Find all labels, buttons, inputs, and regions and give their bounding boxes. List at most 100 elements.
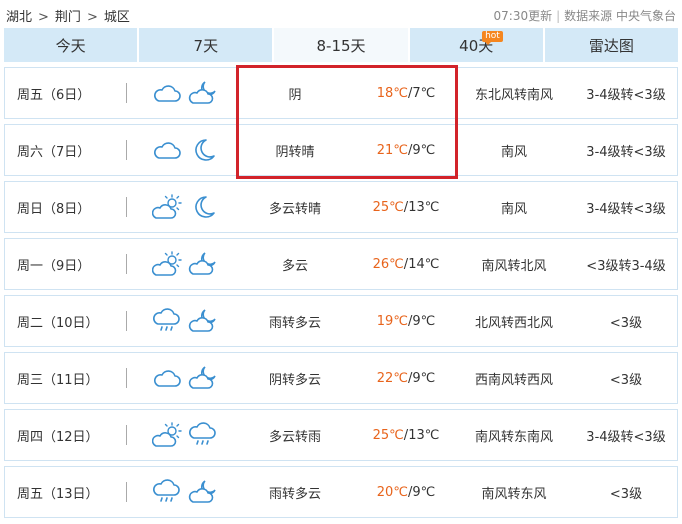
- low-temp: 13℃: [408, 427, 440, 443]
- wind-direction: 南风转东风: [481, 486, 547, 502]
- day-label: 周二（10日）: [17, 315, 99, 331]
- forecast-row: 周五（13日） 雨转多云 20℃/9℃ 南风转东风 <3级: [4, 466, 678, 518]
- weather-icons: [152, 68, 224, 118]
- tab-8-15-days[interactable]: 8-15天: [274, 28, 408, 62]
- high-temp: 26℃: [372, 256, 404, 272]
- divider: [126, 482, 127, 502]
- partly-cloudy-day-icon: [152, 422, 182, 448]
- divider: [126, 197, 127, 217]
- tab-7-days[interactable]: 7天: [139, 28, 273, 62]
- weather-condition: 阴转晴: [275, 144, 315, 160]
- divider: [126, 140, 127, 160]
- tab-radar[interactable]: 雷达图: [544, 28, 679, 62]
- day-label: 周三（11日）: [17, 372, 99, 388]
- weather-icons: [152, 125, 224, 175]
- high-temp: 19℃: [376, 313, 408, 329]
- rain-icon: [152, 308, 182, 334]
- temperature: 25℃/13℃: [361, 182, 451, 232]
- low-temp: 9℃: [412, 370, 436, 386]
- day-label: 周一（9日）: [17, 258, 91, 274]
- rain-icon: [152, 479, 182, 505]
- day-label: 周五（13日）: [17, 486, 99, 502]
- forecast-row: 周六（7日） 阴转晴 21℃/9℃ 南风 3-4级转<3级: [4, 124, 678, 176]
- weather-icons: [152, 239, 224, 289]
- divider: [126, 368, 127, 388]
- divider: [126, 254, 127, 274]
- breadcrumb: 湖北 > 荆门 > 城区: [6, 6, 130, 25]
- partly-cloudy-day-icon: [152, 251, 182, 277]
- weather-condition: 阴转多云: [268, 372, 321, 388]
- forecast-row: 周日（8日） 多云转晴 25℃/13℃ 南风 3-4级转<3级: [4, 181, 678, 233]
- wind-direction: 南风转北风: [481, 258, 547, 274]
- low-temp: 14℃: [408, 256, 440, 272]
- cloudy-night-icon: [188, 365, 218, 391]
- temperature: 20℃/9℃: [361, 467, 451, 517]
- weather-condition: 阴: [288, 87, 302, 103]
- temperature: 19℃/9℃: [361, 296, 451, 346]
- weather-icons: [152, 296, 224, 346]
- breadcrumb-separator: >: [86, 10, 98, 25]
- tab-label: 7天: [193, 36, 219, 55]
- low-temp: 9℃: [412, 313, 436, 329]
- temperature: 26℃/14℃: [361, 239, 451, 289]
- breadcrumb-province[interactable]: 湖北: [6, 6, 32, 25]
- wind-level: 3-4级转<3级: [586, 144, 666, 160]
- cloudy-night-icon: [188, 251, 218, 277]
- forecast-row: 周五（6日） 阴 18℃/7℃ 东北风转南风 3-4级转<3级: [4, 67, 678, 119]
- moon-icon: [188, 137, 218, 163]
- temperature: 22℃/9℃: [361, 353, 451, 403]
- high-temp: 21℃: [376, 142, 408, 158]
- tab-today[interactable]: 今天: [4, 28, 138, 62]
- partly-cloudy-day-icon: [152, 194, 182, 220]
- rain-icon: [188, 422, 218, 448]
- breadcrumb-city[interactable]: 荆门: [55, 6, 81, 25]
- cloudy-night-icon: [188, 308, 218, 334]
- wind-level: 3-4级转<3级: [586, 201, 666, 217]
- update-info: 07:30更新 | 数据来源 中央气象台: [494, 7, 676, 24]
- day-label: 周日（8日）: [17, 201, 91, 217]
- wind-level: <3级: [609, 486, 643, 502]
- wind-direction: 北风转西北风: [474, 315, 553, 331]
- temperature: 25℃/13℃: [361, 410, 451, 460]
- tab-label: 8-15天: [316, 36, 366, 55]
- temperature: 21℃/9℃: [361, 125, 451, 175]
- low-temp: 13℃: [408, 199, 440, 215]
- data-source: 数据来源 中央气象台: [564, 9, 676, 23]
- meta-divider: |: [556, 9, 561, 23]
- wind-level: <3级: [609, 315, 643, 331]
- hot-badge: hot: [482, 31, 503, 45]
- high-temp: 25℃: [372, 427, 404, 443]
- high-temp: 25℃: [372, 199, 404, 215]
- forecast-row: 周三（11日） 阴转多云 22℃/9℃ 西南风转西风 <3级: [4, 352, 678, 404]
- top-bar: 湖北 > 荆门 > 城区 07:30更新 | 数据来源 中央气象台: [0, 0, 682, 28]
- weather-condition: 多云转晴: [268, 201, 321, 217]
- tab-40-days[interactable]: 40天 hot: [409, 28, 543, 62]
- day-label: 周六（7日）: [17, 144, 91, 160]
- weather-icons: [152, 353, 224, 403]
- wind-direction: 南风: [500, 144, 527, 160]
- wind-level: <3级: [609, 372, 643, 388]
- weather-condition: 雨转多云: [268, 486, 321, 502]
- high-temp: 20℃: [376, 484, 408, 500]
- cloudy-night-icon: [188, 80, 218, 106]
- forecast-row: 周二（10日） 雨转多云 19℃/9℃ 北风转西北风 <3级: [4, 295, 678, 347]
- wind-direction: 南风: [500, 201, 527, 217]
- moon-icon: [188, 194, 218, 220]
- weather-icons: [152, 410, 224, 460]
- cloud-icon: [152, 80, 182, 106]
- wind-direction: 南风转东南风: [474, 429, 553, 445]
- low-temp: 7℃: [412, 85, 436, 101]
- forecast-row: 周一（9日） 多云 26℃/14℃ 南风转北风 <3级转3-4级: [4, 238, 678, 290]
- low-temp: 9℃: [412, 484, 436, 500]
- day-label: 周四（12日）: [17, 429, 99, 445]
- temperature: 18℃/7℃: [361, 68, 451, 118]
- weather-condition: 雨转多云: [268, 315, 321, 331]
- wind-level: 3-4级转<3级: [586, 87, 666, 103]
- divider: [126, 311, 127, 331]
- weather-condition: 多云转雨: [268, 429, 321, 445]
- high-temp: 18℃: [376, 85, 408, 101]
- divider: [126, 83, 127, 103]
- high-temp: 22℃: [376, 370, 408, 386]
- forecast-row: 周四（12日） 多云转雨 25℃/13℃ 南风转东南风 3-4级转<3级: [4, 409, 678, 461]
- update-time: 07:30更新: [493, 9, 553, 23]
